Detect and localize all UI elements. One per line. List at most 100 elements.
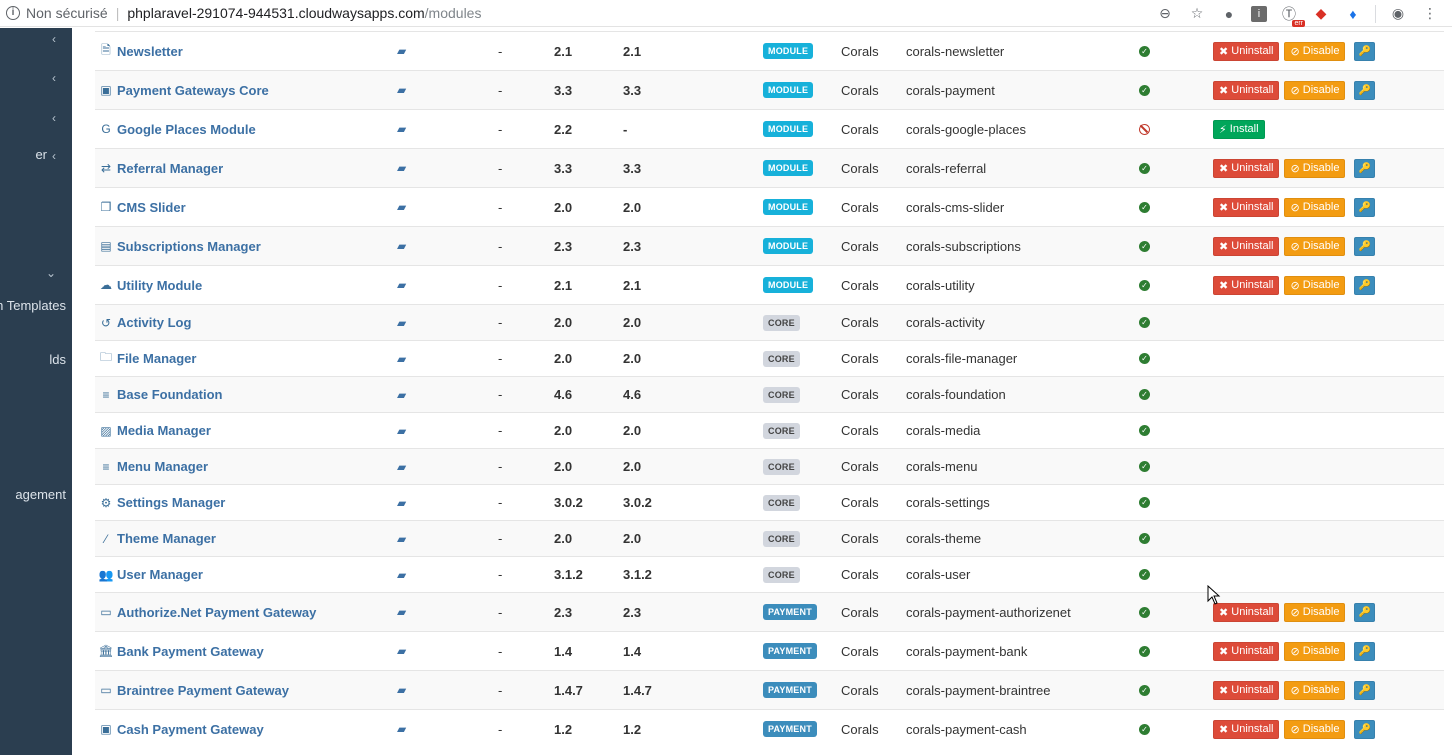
- sticky-note-icon[interactable]: ▰: [397, 710, 406, 748]
- disable-button[interactable]: ⊘ Disable: [1284, 41, 1346, 61]
- module-name-link[interactable]: Activity Log: [117, 305, 191, 340]
- sticky-note-icon[interactable]: ▰: [397, 71, 406, 109]
- sidebar-item-3[interactable]: er ‹: [0, 147, 72, 167]
- disable-button[interactable]: ⊘ Disable: [1284, 236, 1346, 256]
- installed-version: 3.3: [554, 82, 573, 98]
- module-name-link[interactable]: Media Manager: [117, 413, 211, 448]
- ban-icon: ⊘: [1290, 162, 1300, 175]
- sticky-note-icon[interactable]: ▰: [397, 32, 406, 70]
- sticky-note-icon[interactable]: ▰: [397, 413, 406, 448]
- module-code: corals-payment-bank: [906, 643, 1028, 659]
- extension-circle-icon[interactable]: ●: [1219, 4, 1239, 24]
- uninstall-button[interactable]: ✖ Uninstall: [1213, 158, 1280, 178]
- uninstall-button[interactable]: ✖ Uninstall: [1213, 719, 1280, 739]
- module-name-link[interactable]: Payment Gateways Core: [117, 71, 269, 109]
- disable-button[interactable]: ⊘ Disable: [1284, 641, 1346, 661]
- settings-key-button[interactable]: 🔑: [1354, 158, 1376, 178]
- sticky-note-icon[interactable]: ▰: [397, 593, 406, 631]
- sticky-note-icon[interactable]: ▰: [397, 449, 406, 484]
- settings-key-button[interactable]: 🔑: [1354, 602, 1376, 622]
- disable-button[interactable]: ⊘ Disable: [1284, 275, 1346, 295]
- sticky-note-icon[interactable]: ▰: [397, 485, 406, 520]
- module-name-link[interactable]: CMS Slider: [117, 188, 186, 226]
- profile-avatar-icon[interactable]: ◉: [1388, 4, 1408, 24]
- settings-key-button[interactable]: 🔑: [1354, 236, 1376, 256]
- sidebar-item-4[interactable]: ⌄: [0, 264, 72, 284]
- module-name-link[interactable]: Base Foundation: [117, 377, 222, 412]
- sidebar-item-1[interactable]: ‹: [0, 69, 72, 89]
- disable-button[interactable]: ⊘ Disable: [1284, 602, 1346, 622]
- bookmark-star-icon[interactable]: ☆: [1187, 4, 1207, 24]
- cloud-icon: ☁: [100, 278, 112, 292]
- uninstall-button[interactable]: ✖ Uninstall: [1213, 197, 1280, 217]
- settings-key-button[interactable]: 🔑: [1354, 41, 1376, 61]
- module-name-link[interactable]: File Manager: [117, 341, 196, 376]
- sticky-note-icon[interactable]: ▰: [397, 227, 406, 265]
- sticky-note-icon[interactable]: ▰: [397, 557, 406, 592]
- sidebar-item-2[interactable]: ‹: [0, 109, 72, 129]
- module-name-link[interactable]: Menu Manager: [117, 449, 208, 484]
- module-name-link[interactable]: Utility Module: [117, 266, 202, 304]
- extension-info-icon[interactable]: i: [1251, 5, 1267, 22]
- sticky-note-icon[interactable]: ▰: [397, 632, 406, 670]
- browser-menu-icon[interactable]: ⋮: [1420, 4, 1440, 24]
- sticky-note-icon[interactable]: ▰: [397, 149, 406, 187]
- uninstall-button[interactable]: ✖ Uninstall: [1213, 680, 1280, 700]
- module-name-link[interactable]: Newsletter: [117, 32, 183, 70]
- type-badge: MODULE: [763, 43, 814, 59]
- module-name-link[interactable]: Settings Manager: [117, 485, 225, 520]
- info-icon[interactable]: i: [6, 6, 20, 20]
- sidebar-item-7[interactable]: agement: [0, 487, 72, 507]
- module-name-link[interactable]: Theme Manager: [117, 521, 216, 556]
- settings-key-button[interactable]: 🔑: [1354, 680, 1376, 700]
- sticky-note-icon[interactable]: ▰: [397, 671, 406, 709]
- settings-key-button[interactable]: 🔑: [1354, 197, 1376, 217]
- type-cell: CORE: [763, 377, 800, 412]
- uninstall-button[interactable]: ✖ Uninstall: [1213, 41, 1280, 61]
- sidebar-item-0[interactable]: ‹: [0, 30, 72, 50]
- latest-version: 1.4.7: [623, 682, 652, 698]
- module-name-link[interactable]: User Manager: [117, 557, 203, 592]
- sticky-note-icon[interactable]: ▰: [397, 521, 406, 556]
- settings-key-button[interactable]: 🔑: [1354, 80, 1376, 100]
- settings-key-button[interactable]: 🔑: [1354, 275, 1376, 295]
- uninstall-button[interactable]: ✖ Uninstall: [1213, 80, 1280, 100]
- check-circle-icon: ✓: [1139, 723, 1150, 735]
- extension-drop-icon[interactable]: ♦: [1343, 4, 1363, 24]
- uninstall-button[interactable]: ✖ Uninstall: [1213, 641, 1280, 661]
- uninstall-button[interactable]: ✖ Uninstall: [1213, 275, 1280, 295]
- module-name-link[interactable]: Referral Manager: [117, 149, 223, 187]
- sidebar-item-5[interactable]: n Templates: [0, 298, 72, 318]
- module-description: -: [498, 277, 503, 293]
- disable-button[interactable]: ⊘ Disable: [1284, 197, 1346, 217]
- sticky-note-icon[interactable]: ▰: [397, 341, 406, 376]
- module-name-link[interactable]: Authorize.Net Payment Gateway: [117, 593, 316, 631]
- uninstall-button[interactable]: ✖ Uninstall: [1213, 236, 1280, 256]
- sticky-note-icon[interactable]: ▰: [397, 110, 406, 148]
- install-button[interactable]: ⚡ Install: [1213, 119, 1265, 139]
- sticky-note-icon[interactable]: ▰: [397, 188, 406, 226]
- sidebar-item-6[interactable]: lds: [0, 352, 72, 372]
- disable-button[interactable]: ⊘ Disable: [1284, 680, 1346, 700]
- zoom-icon[interactable]: ⊖: [1155, 4, 1175, 24]
- url-field[interactable]: phplaravel-291074-944531.cloudwaysapps.c…: [127, 5, 481, 21]
- extension-ruby-icon[interactable]: ◆: [1311, 4, 1331, 24]
- disable-button[interactable]: ⊘ Disable: [1284, 719, 1346, 739]
- sticky-note-icon[interactable]: ▰: [397, 377, 406, 412]
- disable-button[interactable]: ⊘ Disable: [1284, 158, 1346, 178]
- module-name-link[interactable]: Subscriptions Manager: [117, 227, 261, 265]
- module-name-link[interactable]: Braintree Payment Gateway: [117, 671, 289, 709]
- uninstall-button[interactable]: ✖ Uninstall: [1213, 602, 1280, 622]
- module-description: -: [498, 160, 503, 176]
- settings-key-button[interactable]: 🔑: [1354, 719, 1376, 739]
- disable-button[interactable]: ⊘ Disable: [1284, 80, 1346, 100]
- module-name-link[interactable]: Cash Payment Gateway: [117, 710, 264, 748]
- module-name-link[interactable]: Google Places Module: [117, 110, 256, 148]
- module-name-link[interactable]: Bank Payment Gateway: [117, 632, 264, 670]
- sticky-note-icon[interactable]: ▰: [397, 266, 406, 304]
- settings-key-button[interactable]: 🔑: [1354, 641, 1376, 661]
- extension-translate-icon[interactable]: Ⓣerr: [1279, 4, 1305, 27]
- type-cell: CORE: [763, 557, 800, 592]
- sticky-note-icon[interactable]: ▰: [397, 305, 406, 340]
- type-badge: MODULE: [763, 238, 814, 254]
